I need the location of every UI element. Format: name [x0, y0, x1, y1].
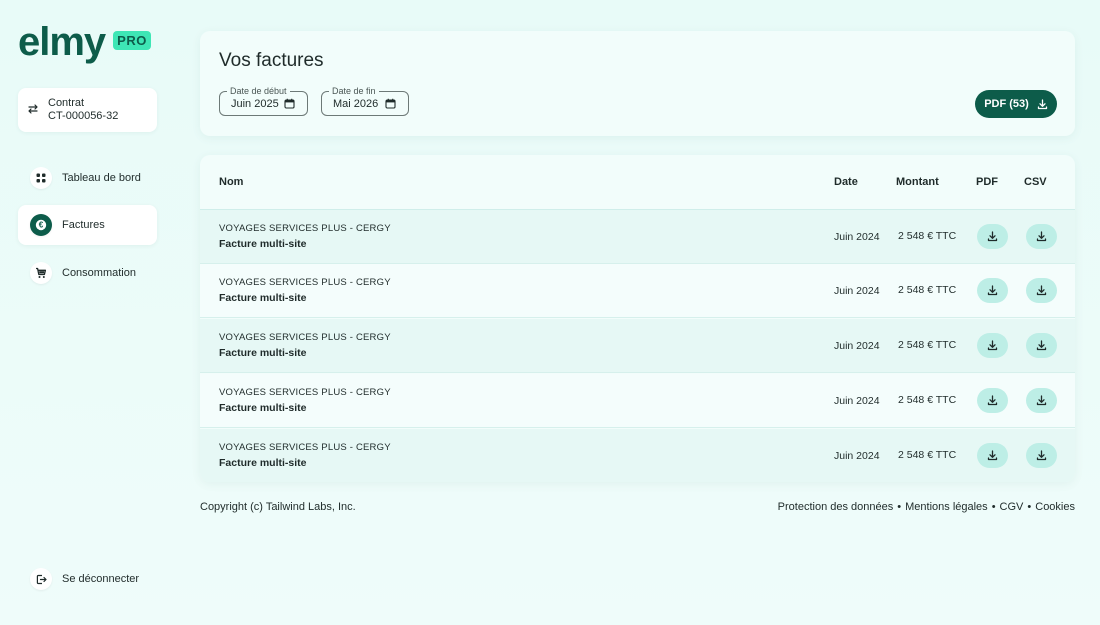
end-date-legend: Date de fin [329, 85, 379, 97]
download-icon [987, 285, 998, 296]
download-csv-button[interactable] [1026, 278, 1057, 303]
footer-links: Protection des données • Mentions légale… [778, 501, 1075, 513]
table-row: VOYAGES SERVICES PLUS - CERGY Facture mu… [200, 264, 1075, 318]
start-date-field[interactable]: Date de début Juin 2025 [219, 85, 308, 116]
download-pdf-button[interactable] [977, 278, 1008, 303]
table-row: VOYAGES SERVICES PLUS - CERGY Facture mu… [200, 429, 1075, 482]
logo-wordmark: elmy [18, 20, 106, 64]
footer-separator: • [991, 501, 996, 513]
logout-button[interactable]: Se déconnecter [18, 566, 139, 592]
sidebar-item-tableau-de-bord[interactable]: Tableau de bord [18, 158, 157, 198]
download-csv-button[interactable] [1026, 388, 1057, 413]
sidebar-item-consommation[interactable]: Consommation [18, 253, 157, 293]
row-amount: 2 548 € TTC [898, 230, 957, 242]
pro-badge: PRO [113, 30, 151, 50]
end-date-value: Mai 2026 [333, 97, 379, 110]
table-header: Nom Date Montant PDF CSV [200, 155, 1075, 210]
sidebar-item-label: Tableau de bord [62, 172, 141, 184]
svg-text:€: € [39, 221, 44, 230]
footer-link-cookies[interactable]: Cookies [1035, 501, 1075, 513]
row-company: VOYAGES SERVICES PLUS - CERGY [219, 277, 391, 288]
calendar-icon[interactable] [385, 98, 396, 112]
row-company: VOYAGES SERVICES PLUS - CERGY [219, 332, 391, 343]
swap-icon [18, 103, 48, 118]
euro-icon: € [30, 214, 52, 236]
contract-id: CT-000056-32 [48, 110, 119, 122]
row-description: Facture multi-site [219, 457, 307, 469]
logout-label: Se déconnecter [62, 573, 140, 585]
footer-link-legal[interactable]: Mentions légales [905, 501, 988, 513]
row-date: Juin 2024 [834, 340, 880, 352]
start-date-value: Juin 2025 [231, 97, 279, 110]
row-amount: 2 548 € TTC [898, 449, 957, 461]
footer-separator: • [1027, 501, 1032, 513]
column-header-name[interactable]: Nom [219, 176, 243, 188]
download-pdf-button[interactable] [977, 224, 1008, 249]
row-amount: 2 548 € TTC [898, 339, 957, 351]
column-header-csv: CSV [1024, 176, 1047, 188]
download-pdf-button[interactable] [977, 333, 1008, 358]
table-row: VOYAGES SERVICES PLUS - CERGY Facture mu… [200, 210, 1075, 264]
invoices-header: Vos factures Date de début Juin 2025 Dat… [200, 31, 1075, 136]
sidebar-item-label: Consommation [62, 267, 136, 279]
column-header-amount[interactable]: Montant [896, 176, 939, 188]
row-amount: 2 548 € TTC [898, 394, 957, 406]
column-header-date[interactable]: Date [834, 176, 858, 188]
download-icon [1037, 98, 1047, 109]
download-icon [987, 395, 998, 406]
row-company: VOYAGES SERVICES PLUS - CERGY [219, 223, 391, 234]
sidebar-item-factures[interactable]: € Factures [18, 205, 157, 245]
footer-separator: • [897, 501, 902, 513]
download-csv-button[interactable] [1026, 443, 1057, 468]
footer-link-privacy[interactable]: Protection des données [778, 501, 894, 513]
logout-icon [30, 568, 52, 590]
row-description: Facture multi-site [219, 347, 307, 359]
download-icon [1036, 395, 1047, 406]
row-amount: 2 548 € TTC [898, 284, 957, 296]
row-date: Juin 2024 [834, 450, 880, 462]
sidebar: elmy PRO Contrat CT-000056-32 Tableau de… [0, 0, 180, 625]
download-icon [987, 450, 998, 461]
download-pdf-button[interactable] [977, 443, 1008, 468]
row-company: VOYAGES SERVICES PLUS - CERGY [219, 442, 391, 453]
contract-switcher[interactable]: Contrat CT-000056-32 [18, 88, 157, 132]
grid-icon [30, 167, 52, 189]
table-row: VOYAGES SERVICES PLUS - CERGY Facture mu… [200, 319, 1075, 373]
row-date: Juin 2024 [834, 395, 880, 407]
cart-icon [30, 262, 52, 284]
sidebar-item-label: Factures [62, 219, 105, 231]
pdf-button-label: PDF (53) [984, 98, 1029, 110]
contract-label: Contrat [48, 97, 85, 109]
row-description: Facture multi-site [219, 292, 307, 304]
copyright: Copyright (c) Tailwind Labs, Inc. [200, 501, 356, 513]
start-date-legend: Date de début [227, 85, 290, 97]
download-icon [1036, 340, 1047, 351]
download-pdf-button[interactable] [977, 388, 1008, 413]
row-date: Juin 2024 [834, 285, 880, 297]
invoices-table: Nom Date Montant PDF CSV VOYAGES SERVICE… [200, 155, 1075, 482]
calendar-icon[interactable] [284, 98, 295, 112]
column-header-pdf: PDF [976, 176, 998, 188]
download-all-pdf-button[interactable]: PDF (53) [975, 90, 1057, 118]
download-icon [1036, 285, 1047, 296]
end-date-field[interactable]: Date de fin Mai 2026 [321, 85, 409, 116]
table-row: VOYAGES SERVICES PLUS - CERGY Facture mu… [200, 374, 1075, 428]
logo[interactable]: elmy PRO [18, 22, 151, 62]
download-icon [987, 340, 998, 351]
download-icon [1036, 231, 1047, 242]
download-csv-button[interactable] [1026, 333, 1057, 358]
download-csv-button[interactable] [1026, 224, 1057, 249]
row-date: Juin 2024 [834, 231, 880, 243]
footer-link-cgv[interactable]: CGV [1000, 501, 1024, 513]
row-description: Facture multi-site [219, 238, 307, 250]
download-icon [1036, 450, 1047, 461]
download-icon [987, 231, 998, 242]
row-company: VOYAGES SERVICES PLUS - CERGY [219, 387, 391, 398]
page-title: Vos factures [219, 50, 324, 71]
row-description: Facture multi-site [219, 402, 307, 414]
